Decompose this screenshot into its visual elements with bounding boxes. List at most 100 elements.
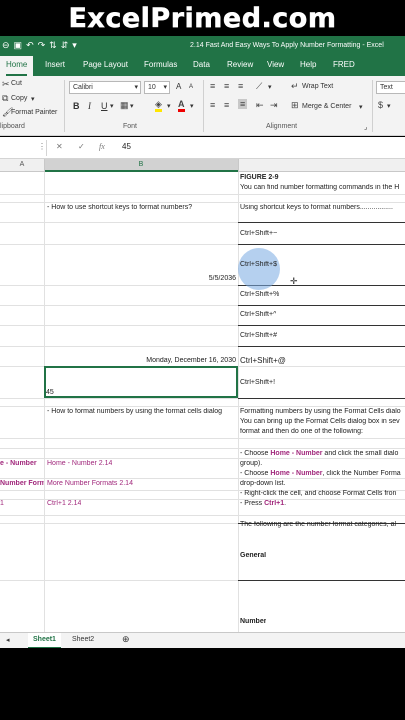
spreadsheet-grid[interactable]: FIGURE 2-9 You can find number formattin… [0, 172, 405, 632]
cell-border [238, 580, 405, 581]
save-icon[interactable]: ▣ [14, 40, 23, 51]
merge-center-icon[interactable]: ⊞ [291, 100, 299, 111]
title-bar: ⊖ ▣ ↶ ↷ ⇅ ⇵ ▾ 2.14 Fast And Easy Ways To… [0, 36, 405, 56]
cell-a-more-formats: Number Form [0, 480, 44, 487]
shortcut-time: Ctrl+Shift+@ [240, 356, 286, 365]
tab-fred[interactable]: FRED [333, 60, 355, 69]
redo-icon[interactable]: ↷ [38, 40, 46, 51]
top-align-icon[interactable]: ≡ [210, 81, 215, 91]
sheet-tab-sheet1[interactable]: Sheet1 [28, 633, 61, 649]
cut-button[interactable]: Cut [11, 80, 22, 87]
bottom-align-icon[interactable]: ≡ [238, 81, 243, 91]
grid-line [0, 194, 405, 195]
wrap-text-button[interactable]: Wrap Text [302, 83, 333, 90]
font-name-select[interactable]: Calibri ▾ [69, 81, 141, 94]
cut-icon[interactable]: ✂ [2, 79, 10, 90]
fill-dropdown-icon[interactable]: ▾ [167, 102, 171, 110]
namebox-dropdown-icon[interactable]: ⋮ [38, 142, 46, 151]
autosave-icon[interactable]: ⊖ [2, 40, 10, 51]
active-cell-selection [44, 366, 238, 398]
underline-button[interactable]: U [101, 101, 108, 111]
sort-asc-icon[interactable]: ⇅ [49, 40, 57, 51]
cell-b-ctrl1: Ctrl+1 2.14 [47, 500, 82, 507]
increase-indent-icon[interactable]: ⇥ [270, 100, 278, 111]
tab-formulas[interactable]: Formulas [144, 60, 177, 69]
wrap-text-icon[interactable]: ↵ [291, 81, 299, 92]
font-color-dropdown-icon[interactable]: ▾ [190, 102, 194, 110]
date-cell-1: 5/5/2036 [208, 275, 236, 282]
underline-dropdown-icon[interactable]: ▾ [110, 102, 114, 110]
add-sheet-icon[interactable]: ⊕ [122, 634, 130, 645]
orientation-icon[interactable]: ⟋ [256, 81, 262, 92]
tab-insert[interactable]: Insert [45, 60, 65, 69]
grid-line [0, 406, 405, 407]
column-header-b[interactable]: B [44, 161, 238, 168]
increase-font-button[interactable]: A [176, 82, 181, 91]
bold-button[interactable]: B [73, 101, 80, 111]
cell-a-home-number: e - Number [0, 460, 37, 467]
format-painter-button[interactable]: Format Painter [11, 109, 57, 116]
fill-color-icon[interactable]: ◈ [155, 100, 162, 112]
ribbon-separator [372, 80, 373, 132]
customize-icon[interactable]: ▾ [72, 40, 77, 51]
cell-border [238, 244, 405, 245]
grid-line [0, 448, 405, 449]
cursor-highlight [238, 248, 280, 290]
enter-icon[interactable]: ✓ [78, 142, 85, 151]
align-left-icon[interactable]: ≡ [210, 100, 215, 110]
grid-line [0, 438, 405, 439]
align-right-icon[interactable]: ≡ [238, 99, 248, 109]
grid-line [0, 202, 405, 203]
copy-dropdown-icon[interactable]: ▾ [31, 95, 35, 103]
align-center-icon[interactable]: ≡ [224, 100, 229, 110]
formula-input[interactable]: 45 [122, 142, 131, 151]
sort-desc-icon[interactable]: ⇵ [61, 40, 69, 51]
window-title: 2.14 Fast And Easy Ways To Apply Number … [190, 42, 384, 49]
shortcut-general: Ctrl+Shift+~ [240, 230, 278, 237]
accounting-dropdown-icon[interactable]: ▾ [387, 102, 391, 110]
middle-align-icon[interactable]: ≡ [224, 81, 229, 91]
tab-help[interactable]: Help [300, 60, 316, 69]
font-color-icon[interactable]: A [178, 100, 185, 112]
tab-data[interactable]: Data [193, 60, 210, 69]
copy-button[interactable]: Copy [11, 95, 27, 102]
borders-dropdown-icon[interactable]: ▾ [130, 102, 134, 110]
sheet-nav-icon[interactable]: ◂ [6, 636, 10, 644]
tab-home[interactable]: Home [0, 56, 34, 76]
tab-review[interactable]: Review [227, 60, 253, 69]
function-icon[interactable]: fx [99, 142, 105, 151]
column-header-a[interactable]: A [0, 161, 44, 168]
shortcut-number: Ctrl+Shift+! [240, 379, 276, 386]
decrease-font-button[interactable]: A [189, 84, 193, 90]
press-ctrl1: - Press Ctrl+1. [240, 500, 287, 507]
cell-a-ctrl1: 1 [0, 500, 4, 507]
dialog-line-2: You can bring up the Format Cells dialog… [240, 418, 400, 425]
decrease-indent-icon[interactable]: ⇤ [256, 100, 264, 111]
grid-line [0, 458, 405, 459]
borders-icon[interactable]: ▦ [120, 100, 129, 111]
merge-center-button[interactable]: Merge & Center [302, 103, 351, 110]
grid-line [44, 172, 45, 632]
cell-border [238, 325, 405, 326]
font-size-select[interactable]: 10 ▾ [144, 81, 170, 94]
cell-b-more-formats: More Number Formats 2.14 [47, 480, 133, 487]
accounting-format-icon[interactable]: $ [378, 100, 383, 110]
number-format-select[interactable]: Text [376, 81, 405, 94]
tab-view[interactable]: View [267, 60, 284, 69]
alignment-launcher-icon[interactable]: ⌟ [364, 123, 367, 131]
date-cell-2: Monday, December 16, 2030 [146, 357, 236, 364]
sheet-tab-sheet2[interactable]: Sheet2 [72, 636, 94, 643]
font-group-label: Font [123, 123, 138, 130]
shortcut-currency: Ctrl+Shift+$ [240, 261, 277, 268]
cell-b-home-number: Home - Number 2.14 [47, 460, 113, 467]
copy-icon[interactable]: ⧉ [2, 93, 8, 104]
undo-icon[interactable]: ↶ [26, 40, 34, 51]
tab-page-layout[interactable]: Page Layout [83, 60, 128, 69]
category-number: Number [240, 618, 267, 625]
cancel-icon[interactable]: ✕ [56, 142, 63, 151]
orientation-dropdown-icon[interactable]: ▾ [268, 83, 272, 91]
italic-button[interactable]: I [88, 101, 91, 111]
merge-dropdown-icon[interactable]: ▾ [359, 103, 363, 111]
shortcut-scientific: Ctrl+Shift+^ [240, 311, 277, 318]
figure-label: FIGURE 2-9 [240, 174, 279, 181]
